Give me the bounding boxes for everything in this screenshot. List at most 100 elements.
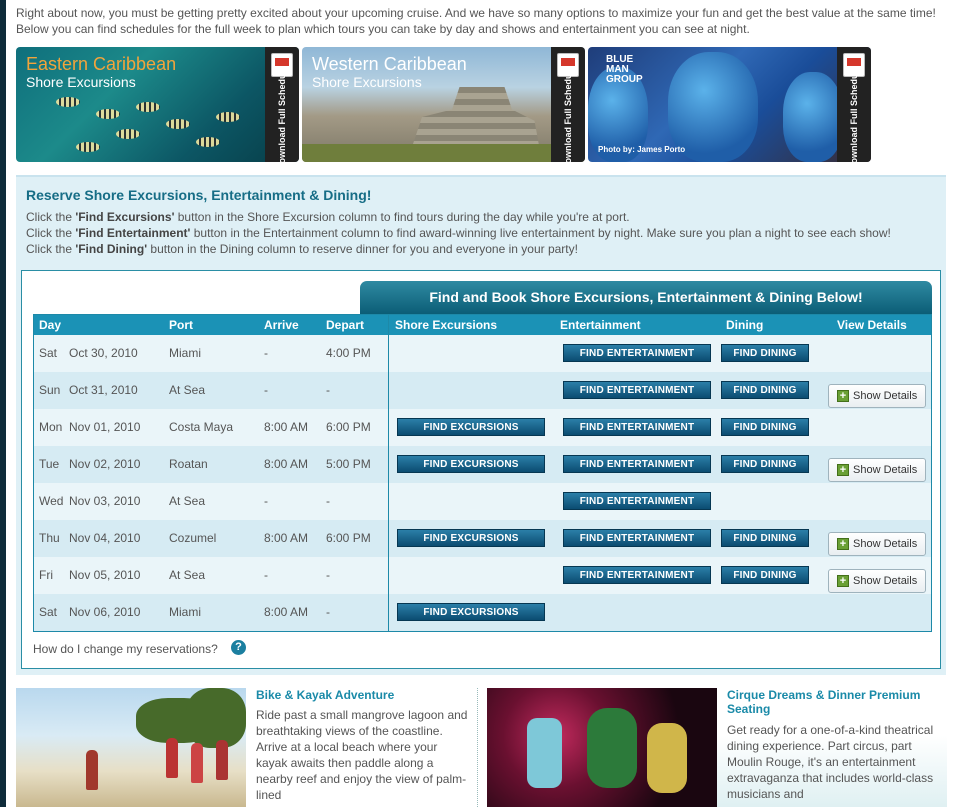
download-schedule-button[interactable]: Download Full Schedule <box>265 47 299 162</box>
promo-title[interactable]: Bike & Kayak Adventure <box>256 688 471 702</box>
port-cell: Cozumel <box>169 531 217 545</box>
find-entertainment-button[interactable]: FIND ENTERTAINMENT <box>563 381 711 399</box>
day-of-week-cell: Tue <box>39 457 60 471</box>
photo-credit: Photo by: James Porto <box>598 145 686 154</box>
depart-cell: - <box>326 494 330 508</box>
banner-subtitle: Shore Excursions <box>312 74 422 90</box>
table-row: Fri Nov 05, 2010 At Sea - - FIND ENTERTAINMEN… <box>34 557 931 594</box>
arrive-cell: 8:00 AM <box>264 420 309 434</box>
depart-cell: 4:00 PM <box>326 346 371 360</box>
show-details-label: Show Details <box>853 464 918 476</box>
port-cell: Miami <box>169 346 201 360</box>
find-excursions-button[interactable]: FIND EXCURSIONS <box>397 455 545 473</box>
date-cell: Oct 31, 2010 <box>69 383 138 397</box>
instruction-text: Click the <box>26 210 76 224</box>
blue-face-graphic <box>783 72 843 162</box>
person-graphic <box>86 750 98 790</box>
find-entertainment-button[interactable]: FIND ENTERTAINMENT <box>563 418 711 436</box>
col-header-entertainment: Entertainment <box>560 318 641 332</box>
find-excursions-button[interactable]: FIND EXCURSIONS <box>397 529 545 547</box>
instruction-keyword: 'Find Excursions' <box>75 210 175 224</box>
show-details-button[interactable]: + Show Details <box>828 458 926 482</box>
show-details-button[interactable]: + Show Details <box>828 569 926 593</box>
port-cell: At Sea <box>169 383 206 397</box>
date-cell: Oct 30, 2010 <box>69 346 138 360</box>
fish-graphic <box>166 119 190 129</box>
day-of-week-cell: Sun <box>39 383 61 397</box>
table-row: Sun Oct 31, 2010 At Sea - - FIND ENTERTAINMEN… <box>34 372 931 409</box>
arrive-cell: - <box>264 383 268 397</box>
banner-title: Western Caribbean <box>312 54 467 74</box>
reserve-section: Reserve Shore Excursions, Entertainment … <box>16 175 946 675</box>
reserve-instructions: Click the 'Find Excursions' button in th… <box>26 209 891 257</box>
find-dining-button[interactable]: FIND DINING <box>721 381 809 399</box>
promo-text: Ride past a small mangrove lagoon and br… <box>256 708 468 802</box>
find-dining-button[interactable]: FIND DINING <box>721 344 809 362</box>
depart-cell: - <box>326 568 330 582</box>
instruction-text: button in the Dining column to reserve d… <box>147 242 578 256</box>
arrive-cell: - <box>264 494 268 508</box>
western-caribbean-banner[interactable]: Western Caribbean Shore Excursions Downl… <box>302 47 585 162</box>
find-entertainment-button[interactable]: FIND ENTERTAINMENT <box>563 492 711 510</box>
find-dining-button[interactable]: FIND DINING <box>721 529 809 547</box>
port-cell: Miami <box>169 605 201 619</box>
find-entertainment-button[interactable]: FIND ENTERTAINMENT <box>563 344 711 362</box>
download-schedule-button[interactable]: Download Full Schedule <box>837 47 871 162</box>
plus-icon: + <box>837 538 849 550</box>
performer-graphic <box>647 723 687 793</box>
day-of-week-cell: Thu <box>39 531 60 545</box>
show-details-label: Show Details <box>853 575 918 587</box>
find-excursions-button[interactable]: FIND EXCURSIONS <box>397 603 545 621</box>
performer-graphic <box>587 708 637 788</box>
instruction-line: Click the 'Find Dining' button in the Di… <box>26 241 891 257</box>
blue-man-group-banner[interactable]: BLUE MAN GROUP Photo by: James Porto Dow… <box>588 47 871 162</box>
help-icon[interactable]: ? <box>231 640 246 655</box>
plus-icon: + <box>837 575 849 587</box>
find-entertainment-button[interactable]: FIND ENTERTAINMENT <box>563 566 711 584</box>
find-excursions-button[interactable]: FIND EXCURSIONS <box>397 418 545 436</box>
promo-title[interactable]: Cirque Dreams & Dinner Premium Seating <box>727 688 942 716</box>
banner-title: Eastern Caribbean <box>26 54 177 74</box>
col-header-port: Port <box>169 318 193 332</box>
eastern-caribbean-banner[interactable]: Eastern Caribbean Shore Excursions Downl… <box>16 47 299 162</box>
plus-icon: + <box>837 464 849 476</box>
col-header-details: View Details <box>837 318 907 332</box>
table-row: Tue Nov 02, 2010 Roatan 8:00 AM 5:00 PM FIND … <box>34 446 931 483</box>
depart-cell: 6:00 PM <box>326 531 371 545</box>
column-divider <box>388 315 389 631</box>
download-schedule-button[interactable]: Download Full Schedule <box>551 47 585 162</box>
arrive-cell: 8:00 AM <box>264 605 309 619</box>
fish-graphic <box>196 137 220 147</box>
itinerary-table: Day Port Arrive Depart Shore Excursions … <box>33 314 932 632</box>
beach-photo <box>16 688 246 807</box>
instruction-text: Click the <box>26 242 76 256</box>
col-header-arrive: Arrive <box>264 318 299 332</box>
find-entertainment-button[interactable]: FIND ENTERTAINMENT <box>563 529 711 547</box>
change-reservations-help[interactable]: How do I change my reservations? <box>33 642 218 656</box>
find-dining-button[interactable]: FIND DINING <box>721 566 809 584</box>
arrive-cell: 8:00 AM <box>264 531 309 545</box>
day-of-week-cell: Wed <box>39 494 64 508</box>
date-cell: Nov 04, 2010 <box>69 531 141 545</box>
fish-graphic <box>116 129 140 139</box>
instruction-keyword: 'Find Dining' <box>75 242 148 256</box>
table-banner: Find and Book Shore Excursions, Entertai… <box>360 281 932 314</box>
page-left-edge <box>0 0 6 807</box>
instruction-keyword: 'Find Entertainment' <box>75 226 191 240</box>
depart-cell: 6:00 PM <box>326 420 371 434</box>
show-details-button[interactable]: + Show Details <box>828 532 926 556</box>
port-cell: At Sea <box>169 494 206 508</box>
show-details-button[interactable]: + Show Details <box>828 384 926 408</box>
fish-graphic <box>136 102 160 112</box>
grass-graphic <box>302 144 585 162</box>
find-dining-button[interactable]: FIND DINING <box>721 455 809 473</box>
day-of-week-cell: Fri <box>39 568 53 582</box>
person-graphic <box>216 740 228 780</box>
port-cell: Costa Maya <box>169 420 234 434</box>
person-graphic <box>191 743 203 783</box>
reserve-title: Reserve Shore Excursions, Entertainment … <box>26 187 372 203</box>
find-dining-button[interactable]: FIND DINING <box>721 418 809 436</box>
date-cell: Nov 02, 2010 <box>69 457 141 471</box>
arrive-cell: 8:00 AM <box>264 457 309 471</box>
find-entertainment-button[interactable]: FIND ENTERTAINMENT <box>563 455 711 473</box>
